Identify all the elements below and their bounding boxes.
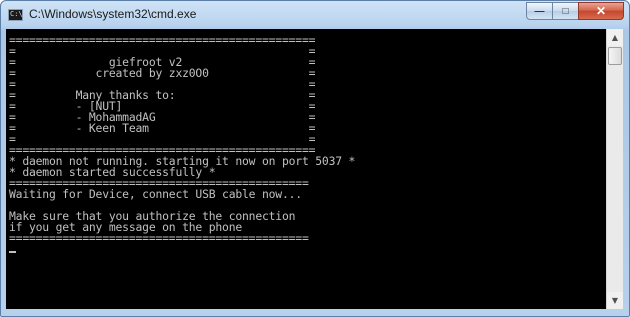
window-title: C:\Windows\system32\cmd.exe — [29, 7, 197, 21]
scroll-down-arrow-icon[interactable]: ▼ — [607, 292, 623, 309]
title-bar[interactable]: C:\ C:\Windows\system32\cmd.exe — □ ✕ — [1, 1, 629, 29]
console-text: ========================================… — [6, 29, 606, 255]
cmd-window: C:\ C:\Windows\system32\cmd.exe — □ ✕ ==… — [0, 0, 630, 317]
text-cursor — [9, 251, 16, 253]
console-output[interactable]: ========================================… — [6, 29, 606, 309]
console-line: ========================================… — [9, 231, 309, 245]
maximize-button[interactable]: □ — [552, 2, 579, 20]
cmd-app-icon[interactable]: C:\ — [8, 9, 23, 21]
close-button[interactable]: ✕ — [578, 2, 624, 20]
scrollbar-thumb[interactable] — [608, 47, 622, 65]
vertical-scrollbar[interactable]: ▲ ▼ — [606, 29, 623, 309]
scroll-up-arrow-icon[interactable]: ▲ — [607, 29, 623, 46]
minimize-button[interactable]: — — [526, 2, 553, 20]
console-line: Waiting for Device, connect USB cable no… — [9, 187, 302, 201]
